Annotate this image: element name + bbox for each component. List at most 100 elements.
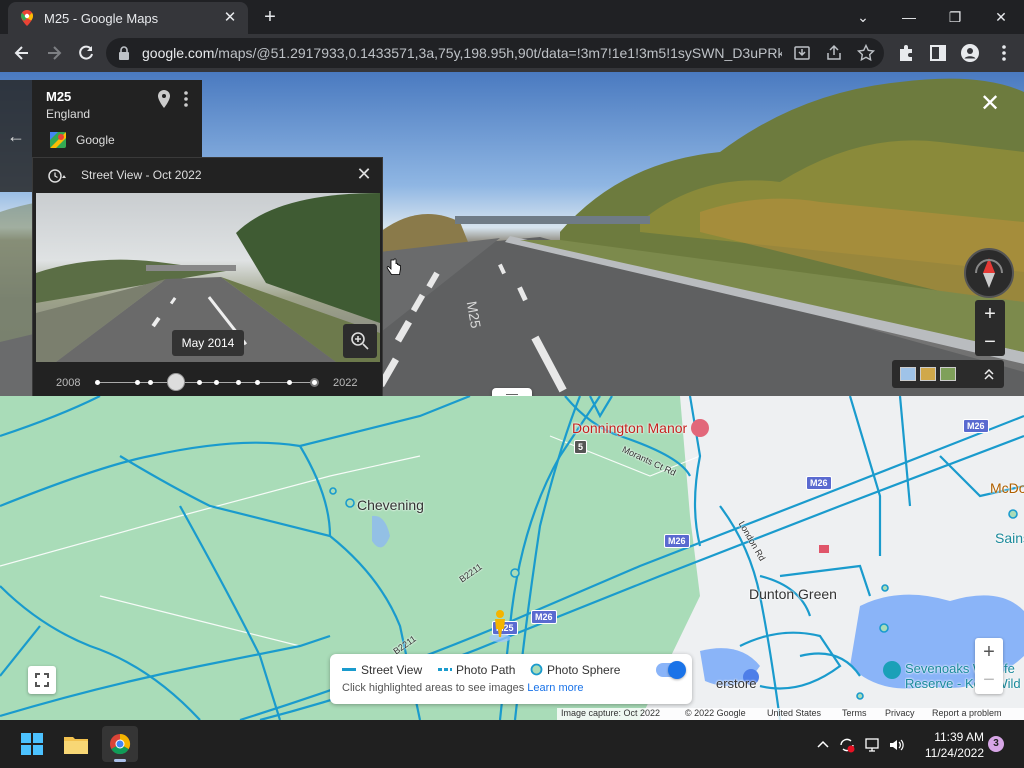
map-zoom-out-button[interactable]: − (975, 666, 1003, 694)
back-arrow-icon[interactable] (8, 39, 36, 67)
chrome-menu-icon[interactable] (994, 43, 1014, 63)
compass-icon[interactable] (964, 248, 1014, 298)
close-window-button[interactable]: ✕ (986, 4, 1016, 30)
map-attribution-bar: Image capture: Oct 2022 © 2022 Google Un… (557, 708, 1024, 720)
windows-taskbar: 11:39 AM 11/24/2022 3 (0, 720, 1024, 768)
timeline-start-year: 2008 (56, 377, 81, 389)
timeline-stop[interactable] (214, 380, 219, 385)
address-bar[interactable]: google.com/maps/@51.2917933,0.1433571,3a… (106, 38, 884, 68)
street-view-legend: Street View Photo Path Photo Sphere Clic… (330, 654, 692, 704)
google-maps-logo-icon (50, 132, 66, 148)
timeline-stop[interactable] (236, 380, 241, 385)
privacy-link[interactable]: Privacy (885, 708, 915, 718)
photo-path-line-icon (438, 668, 452, 671)
road-shield-m26: M26 (664, 534, 690, 548)
location-region: England (46, 107, 91, 121)
street-view-zoom-in-button[interactable]: + (975, 300, 1005, 328)
thumbnail-trees[interactable] (940, 367, 956, 381)
terms-link[interactable]: Terms (842, 708, 867, 718)
url-host: google.com (142, 45, 215, 61)
tab-title: M25 - Google Maps (44, 11, 159, 26)
map-panel[interactable]: Donnington Manor Chevening Dunton Green … (0, 396, 1024, 720)
legend-photo-sphere: Photo Sphere (547, 663, 621, 677)
place-chevening[interactable]: Chevening (357, 497, 424, 513)
timeline-end-year: 2022 (333, 377, 358, 389)
thumbnail-field[interactable] (920, 367, 936, 381)
minimize-button[interactable]: — (894, 4, 924, 30)
back-arrow-button[interactable]: ← (0, 80, 32, 192)
split-view-drag-handle[interactable] (492, 388, 532, 396)
google-maps-favicon-icon (21, 10, 33, 26)
street-view-close-icon[interactable]: ✕ (978, 92, 1002, 116)
sync-icon[interactable] (838, 736, 856, 754)
forward-arrow-icon[interactable] (40, 39, 68, 67)
share-icon[interactable] (824, 43, 844, 63)
time-machine-close-icon[interactable]: ✕ (354, 164, 374, 184)
timeline-stop[interactable] (135, 380, 140, 385)
tab-close-icon[interactable]: ✕ (220, 8, 240, 28)
timeline-stop[interactable] (287, 380, 292, 385)
bookmark-star-icon[interactable] (856, 43, 876, 63)
network-icon[interactable] (864, 736, 882, 754)
photo-sphere-icon (530, 663, 543, 676)
lock-icon[interactable] (118, 46, 130, 60)
report-problem-link[interactable]: Report a problem (932, 708, 1002, 718)
timeline-slider[interactable]: 2008 2022 (33, 370, 384, 398)
place-mcdonalds[interactable]: McDo (990, 480, 1024, 496)
browser-tab[interactable]: M25 - Google Maps ✕ (8, 2, 248, 34)
country-link[interactable]: United States (767, 708, 821, 718)
place-superstore[interactable]: erstore (716, 676, 756, 691)
timeline-stop[interactable] (197, 380, 202, 385)
expand-map-button[interactable] (28, 666, 56, 694)
street-view-coverage-toggle[interactable] (656, 661, 686, 679)
browser-toolbar: google.com/maps/@51.2917933,0.1433571,3a… (0, 34, 1024, 72)
thumbnail-sky[interactable] (900, 367, 916, 381)
imagery-thumbnails[interactable] (892, 360, 1004, 388)
more-vert-icon[interactable] (182, 90, 190, 108)
history-clock-icon[interactable] (47, 168, 67, 184)
timeline-knob[interactable] (167, 373, 186, 391)
volume-icon[interactable] (888, 736, 906, 754)
legend-hint: Click highlighted areas to see images Le… (342, 682, 584, 694)
street-view-line-icon (342, 668, 356, 671)
timeline-stop[interactable] (95, 380, 100, 385)
pegman-icon[interactable] (487, 608, 513, 642)
preview-zoom-icon[interactable] (343, 324, 377, 358)
restore-button[interactable]: ❐ (940, 4, 970, 30)
chevron-up-icon[interactable] (982, 367, 996, 381)
chrome-taskbar-icon[interactable] (102, 726, 138, 762)
reload-icon[interactable] (72, 39, 100, 67)
tab-search-button[interactable]: ⌄ (848, 4, 878, 30)
timeline-track[interactable] (97, 382, 317, 383)
browser-tab-bar: M25 - Google Maps ✕ + ⌄ — ❐ ✕ (0, 0, 1024, 34)
timeline-stop[interactable] (255, 380, 260, 385)
road-shield-m26: M26 (806, 476, 832, 490)
place-dunton-green[interactable]: Dunton Green (749, 586, 837, 602)
notification-badge[interactable]: 3 (988, 736, 1004, 752)
place-donnington-manor[interactable]: Donnington Manor (572, 420, 687, 436)
place-sevenoaks-wildlife-reserve[interactable]: Sevenoaks Wildlife Reserve - Kent Wild (905, 661, 1024, 693)
road-shield-junction: 5 (574, 440, 588, 454)
learn-more-link[interactable]: Learn more (527, 682, 583, 694)
tray-chevron-up-icon[interactable] (814, 736, 832, 754)
road-shield-m26: M26 (531, 610, 557, 624)
imagery-source-label: Google (76, 133, 115, 147)
street-view-zoom-out-button[interactable]: − (975, 328, 1005, 356)
street-view-zoom-control: + − (975, 300, 1005, 356)
timeline-current-stop[interactable] (310, 378, 319, 387)
timeline-stop[interactable] (148, 380, 153, 385)
url-text[interactable]: google.com/maps/@51.2917933,0.1433571,3a… (142, 45, 782, 61)
selected-date-tooltip: May 2014 (172, 330, 244, 356)
map-zoom-in-button[interactable]: + (975, 638, 1003, 666)
side-panel-icon[interactable] (928, 43, 948, 63)
file-explorer-icon[interactable] (58, 726, 94, 762)
extensions-puzzle-icon[interactable] (896, 43, 916, 63)
install-app-icon[interactable] (792, 43, 812, 63)
map-pin-icon[interactable] (158, 90, 170, 108)
profile-avatar-icon[interactable] (960, 43, 980, 63)
system-clock[interactable]: 11:39 AM 11/24/2022 (914, 729, 984, 761)
windows-start-icon[interactable] (14, 726, 50, 762)
new-tab-button[interactable]: + (258, 6, 282, 30)
location-card: M25 England Google (32, 80, 202, 158)
place-sainsburys[interactable]: Sains (995, 530, 1024, 546)
